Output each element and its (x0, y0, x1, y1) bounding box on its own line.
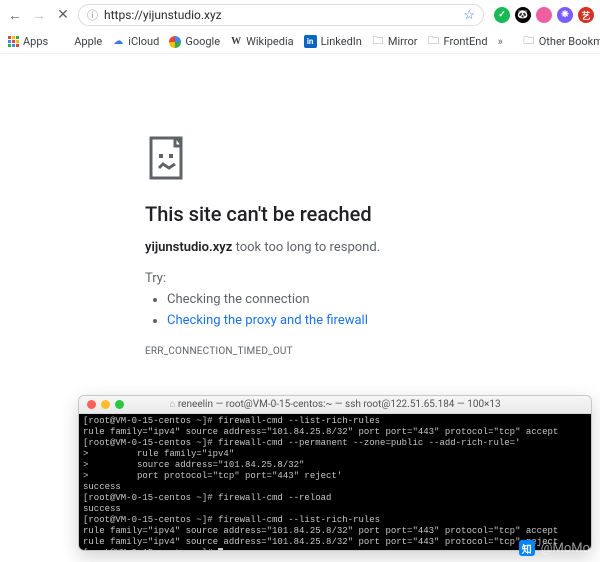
address-bar[interactable]: ⓘ https://yijunstudio.xyz ☆ (78, 4, 484, 26)
suggestion-list: Checking the connection Checking the pro… (145, 290, 540, 332)
folder-icon: 🗀 (428, 36, 440, 48)
suggestion-connection: Checking the connection (167, 290, 540, 311)
extension-green-icon[interactable]: ✓ (494, 7, 510, 23)
error-code: ERR_CONNECTION_TIMED_OUT (145, 346, 540, 357)
bookmark-apps[interactable]: Apps (8, 35, 48, 48)
error-desc-suffix: took too long to respond. (232, 240, 380, 255)
window-controls[interactable] (87, 400, 124, 409)
bookmark-label: Apps (23, 35, 48, 48)
terminal-titlebar[interactable]: ⌂ reneelin — root@VM-0-15-centos:~ — ssh… (79, 396, 591, 414)
terminal-output[interactable]: [root@VM-0-15-centos ~]# firewall-cmd --… (79, 414, 591, 550)
error-page: This site can't be reached yijunstudio.x… (0, 54, 600, 357)
url-text: https://yijunstudio.xyz (104, 8, 222, 22)
bookmark-label: Mirror (388, 35, 418, 48)
bookmark-icloud[interactable]: ☁ iCloud (112, 35, 159, 48)
bookmark-apple[interactable]: Apple (58, 35, 102, 48)
bookmarks-overflow[interactable]: » (498, 35, 503, 48)
apps-grid-icon (8, 36, 19, 47)
bookmark-mirror-folder[interactable]: 🗀 Mirror (372, 35, 418, 48)
extension-red-icon[interactable]: 艺 (578, 7, 594, 23)
bookmarks-bar: Apps Apple ☁ iCloud Google W Wikipedia i… (0, 30, 600, 54)
bookmark-frontend-folder[interactable]: 🗀 FrontEnd (428, 35, 488, 48)
error-description: yijunstudio.xyz took too long to respond… (145, 240, 540, 255)
extension-pink-icon[interactable] (536, 7, 552, 23)
folder-icon: 🗀 (523, 36, 535, 48)
wikipedia-icon: W (230, 36, 242, 48)
close-icon[interactable] (87, 400, 96, 409)
extension-purple-icon[interactable]: ❋ (557, 7, 573, 23)
cloud-icon: ☁ (112, 36, 124, 48)
chevron-right-icon: » (498, 35, 503, 48)
bookmark-google[interactable]: Google (169, 35, 220, 48)
extension-panda-icon[interactable]: 🐼 (515, 7, 531, 23)
stop-button[interactable]: ✕ (54, 6, 72, 24)
error-title: This site can't be reached (145, 202, 540, 226)
forward-button[interactable]: → (30, 6, 48, 24)
suggestion-proxy-firewall: Checking the proxy and the firewall (167, 311, 540, 332)
folder-icon: 🗀 (372, 36, 384, 48)
bookmark-label: Google (185, 35, 220, 48)
browser-nav-bar: ← → ✕ ⓘ https://yijunstudio.xyz ☆ ✓ 🐼 ❋ … (0, 0, 600, 30)
google-icon (169, 36, 181, 48)
terminal-title-text: ⌂ reneelin — root@VM-0-15-centos:~ — ssh… (87, 399, 583, 410)
bookmark-label: Other Bookmarks (539, 35, 600, 48)
back-button[interactable]: ← (6, 6, 24, 24)
terminal-cursor (218, 548, 223, 551)
bookmark-label: Apple (74, 35, 102, 48)
minimize-icon[interactable] (101, 400, 110, 409)
bookmark-label: iCloud (128, 35, 159, 48)
bookmark-label: Wikipedia (246, 35, 294, 48)
other-bookmarks-folder[interactable]: 🗀 Other Bookmarks (523, 35, 600, 48)
info-icon: ⓘ (87, 7, 98, 23)
zoom-icon[interactable] (115, 400, 124, 409)
sad-page-icon (145, 134, 193, 182)
error-host: yijunstudio.xyz (145, 240, 232, 255)
extensions: ✓ 🐼 ❋ 艺 (494, 7, 594, 23)
try-label: Try: (145, 271, 540, 286)
proxy-firewall-link[interactable]: Checking the proxy and the firewall (167, 313, 368, 328)
bookmark-label: LinkedIn (321, 35, 362, 48)
bookmark-linkedin[interactable]: in LinkedIn (304, 35, 362, 48)
bookmark-wikipedia[interactable]: W Wikipedia (230, 35, 294, 48)
apple-icon (58, 36, 70, 48)
terminal-window[interactable]: ⌂ reneelin — root@VM-0-15-centos:~ — ssh… (78, 395, 592, 551)
bookmark-star-icon[interactable]: ☆ (463, 8, 475, 23)
bookmark-label: FrontEnd (444, 35, 488, 48)
linkedin-icon: in (304, 35, 317, 48)
